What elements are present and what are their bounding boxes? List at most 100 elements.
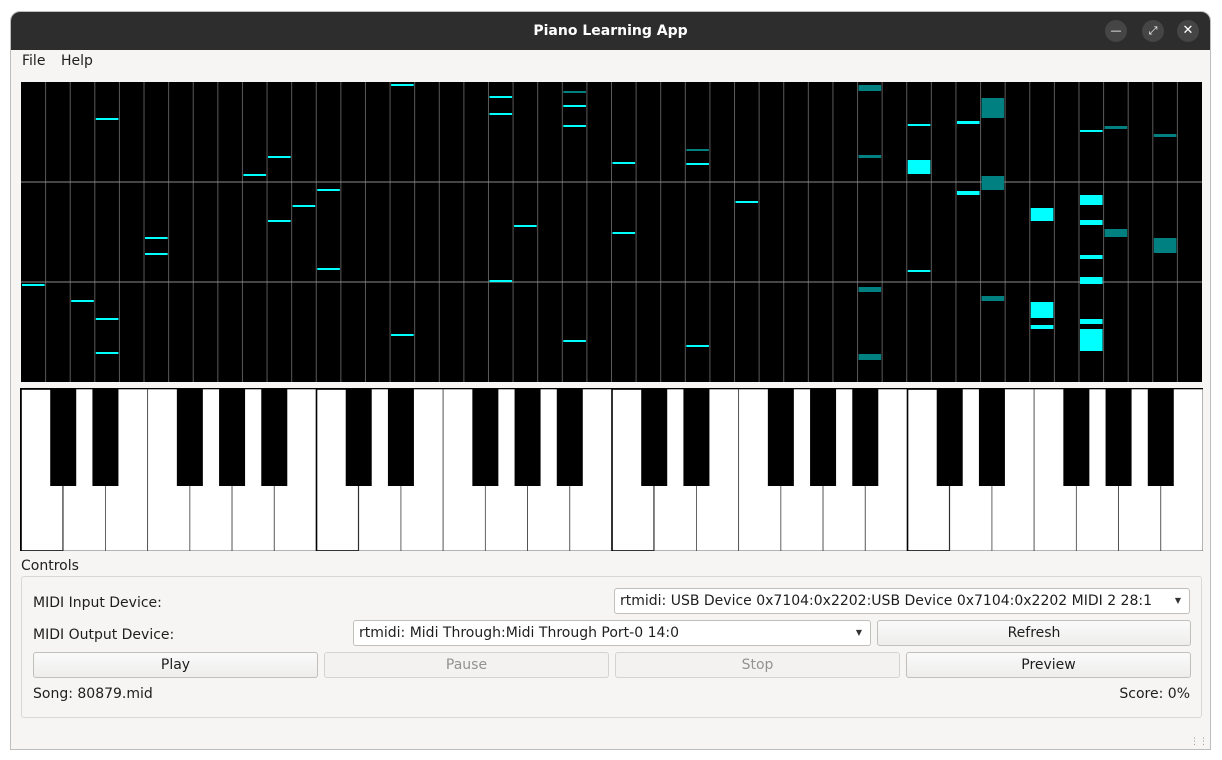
chevron-down-icon: ▼: [855, 628, 862, 637]
menu-file[interactable]: File: [22, 50, 45, 72]
play-button[interactable]: Play: [33, 652, 318, 678]
black-key: [683, 389, 710, 486]
black-key: [852, 389, 879, 486]
pause-button[interactable]: Pause: [324, 652, 609, 678]
roll-note: [612, 162, 636, 164]
roll-note: [956, 121, 980, 124]
roll-note: [686, 345, 709, 347]
roll-note: [563, 105, 586, 107]
black-key: [767, 389, 794, 486]
piano-keys[interactable]: [20, 388, 1204, 552]
roll-note: [981, 98, 1005, 118]
roll-note: [735, 201, 759, 203]
roll-note: [95, 352, 119, 354]
black-key: [556, 389, 583, 486]
roll-note: [391, 84, 414, 86]
black-key: [261, 389, 288, 486]
midi-input-select[interactable]: rtmidi: USB Device 0x7104:0x2202:USB Dev…: [614, 588, 1190, 614]
resize-grip-icon[interactable]: ⋮⋮: [1190, 737, 1208, 747]
roll-note: [145, 237, 168, 239]
roll-note: [268, 220, 291, 222]
close-button[interactable]: ✕: [1177, 20, 1199, 42]
roll-note: [907, 270, 931, 272]
midi-output-label: MIDI Output Device:: [33, 627, 175, 643]
roll-note: [489, 96, 513, 98]
roll-note: [1030, 208, 1054, 221]
roll-note: [317, 189, 340, 191]
roll-note: [514, 225, 537, 227]
roll-note: [71, 300, 94, 302]
piano-keyboard[interactable]: [20, 388, 1204, 552]
black-key: [50, 389, 77, 486]
roll-note: [1079, 130, 1103, 132]
score-label: Score: 0%: [1119, 686, 1190, 702]
black-key: [936, 389, 963, 486]
roll-note: [1079, 255, 1103, 259]
roll-note: [858, 155, 882, 158]
midi-output-select[interactable]: rtmidi: Midi Through:Midi Through Port-0…: [353, 620, 871, 646]
black-key: [1105, 389, 1132, 486]
controls-group-title: Controls: [21, 558, 79, 574]
roll-note: [858, 85, 882, 91]
black-key: [978, 389, 1005, 486]
refresh-button[interactable]: Refresh: [877, 620, 1191, 646]
window-title: Piano Learning App: [533, 23, 688, 39]
roll-note: [686, 149, 709, 151]
menu-help[interactable]: Help: [61, 50, 93, 72]
roll-note: [1079, 319, 1103, 324]
midi-input-value: rtmidi: USB Device 0x7104:0x2202:USB Dev…: [620, 593, 1152, 609]
roll-note: [858, 287, 882, 292]
minimize-icon: —: [1110, 24, 1122, 37]
roll-note: [489, 280, 513, 282]
black-key: [641, 389, 668, 486]
roll-note: [292, 205, 316, 207]
controls-group: MIDI Input Device: rtmidi: USB Device 0x…: [21, 576, 1202, 718]
menu-bar: File Help: [11, 50, 1210, 72]
roll-note: [95, 118, 119, 120]
roll-note: [268, 156, 291, 158]
roll-note: [612, 232, 636, 234]
midi-input-label: MIDI Input Device:: [33, 595, 162, 611]
black-key: [92, 389, 119, 486]
roll-note: [563, 340, 586, 342]
roll-note: [317, 268, 340, 270]
roll-note: [858, 354, 882, 360]
roll-note: [1030, 325, 1054, 329]
black-key: [1147, 389, 1174, 486]
stop-button[interactable]: Stop: [615, 652, 900, 678]
roll-note: [1079, 329, 1103, 351]
preview-button[interactable]: Preview: [906, 652, 1191, 678]
roll-note: [686, 163, 709, 165]
piano-roll: [21, 82, 1202, 382]
black-key: [176, 389, 203, 486]
roll-note: [1104, 229, 1128, 237]
title-bar: Piano Learning App — ⤢ ✕: [11, 12, 1210, 50]
piano-roll-canvas: [21, 82, 1202, 382]
roll-note: [1153, 134, 1177, 137]
roll-note: [489, 113, 513, 115]
roll-note: [907, 124, 931, 126]
roll-note: [1079, 277, 1103, 284]
black-key: [345, 389, 372, 486]
black-key: [472, 389, 499, 486]
roll-note: [981, 296, 1005, 301]
roll-note: [1104, 126, 1128, 129]
roll-note: [956, 191, 980, 195]
black-key: [1063, 389, 1090, 486]
close-icon: ✕: [1182, 23, 1194, 38]
minimize-button[interactable]: —: [1105, 20, 1127, 42]
roll-note: [1153, 238, 1177, 253]
black-key: [219, 389, 246, 486]
roll-note: [95, 318, 119, 320]
roll-note: [391, 334, 414, 336]
black-key: [387, 389, 414, 486]
roll-note: [981, 176, 1005, 190]
maximize-icon: ⤢: [1148, 24, 1158, 37]
roll-note: [243, 174, 267, 176]
black-key: [514, 389, 541, 486]
maximize-button[interactable]: ⤢: [1142, 20, 1164, 42]
app-window: Piano Learning App — ⤢ ✕ File Help Contr…: [10, 11, 1211, 750]
roll-note: [1030, 302, 1054, 318]
roll-note: [1079, 220, 1103, 225]
chevron-down-icon: ▼: [1174, 596, 1181, 605]
